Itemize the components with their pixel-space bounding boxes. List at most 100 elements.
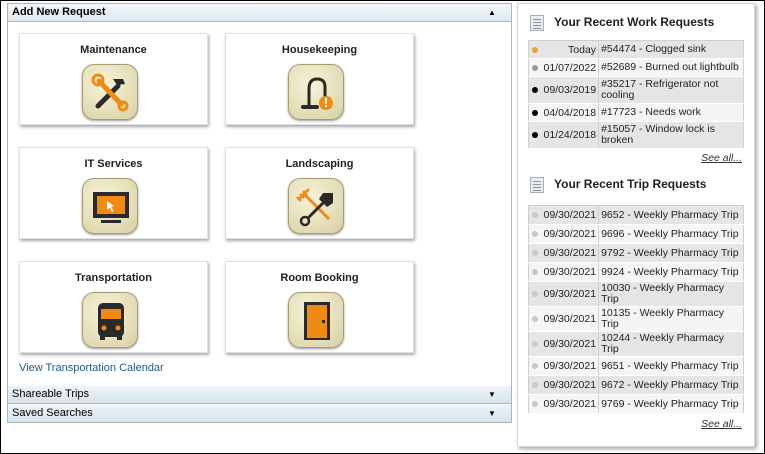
tile-label: Room Booking xyxy=(280,272,359,284)
request-description[interactable]: 9651 - Weekly Pharmacy Trip xyxy=(598,356,744,376)
request-row[interactable]: 09/30/2021 9651 - Weekly Pharmacy Trip xyxy=(528,356,744,376)
work-requests-see-all-link[interactable]: See all... xyxy=(701,152,742,164)
request-description[interactable]: 9652 - Weekly Pharmacy Trip xyxy=(598,205,744,225)
tile-landscaping[interactable]: Landscaping xyxy=(225,147,414,239)
request-date: 04/04/2018 xyxy=(541,103,600,122)
tile-housekeeping[interactable]: Housekeeping xyxy=(225,33,414,125)
request-row[interactable]: 09/03/2019 #35217 - Refrigerator not cool… xyxy=(528,76,744,104)
status-dot-icon xyxy=(532,212,539,218)
status-dot-icon xyxy=(532,250,539,256)
status-dot-cell xyxy=(528,224,542,244)
status-dot-icon xyxy=(532,87,539,93)
status-dot-cell xyxy=(528,205,542,225)
status-dot-icon xyxy=(532,363,539,369)
status-dot-cell xyxy=(528,281,542,307)
request-description[interactable]: 10030 - Weekly Pharmacy Trip xyxy=(598,281,744,307)
tile-label: Maintenance xyxy=(80,44,147,56)
add-new-request-header[interactable]: Add New Request ▲ xyxy=(8,4,511,22)
document-icon xyxy=(530,176,544,193)
request-description[interactable]: 9696 - Weekly Pharmacy Trip xyxy=(598,224,744,244)
work-requests-table: Today #54474 - Clogged sink 01/07/2022 #526… xyxy=(528,40,744,149)
tile-room-booking[interactable]: Room Booking xyxy=(225,261,414,353)
request-row[interactable]: 09/30/2021 10030 - Weekly Pharmacy Trip xyxy=(528,281,744,307)
request-date: 09/30/2021 xyxy=(541,306,600,332)
request-date: Today xyxy=(541,40,600,59)
status-dot-cell xyxy=(528,58,542,77)
view-transportation-calendar-link[interactable]: View Transportation Calendar xyxy=(19,362,164,374)
tile-maintenance[interactable]: Maintenance xyxy=(19,33,208,125)
request-date: 09/30/2021 xyxy=(541,243,600,263)
request-row[interactable]: 09/30/2021 9652 - Weekly Pharmacy Trip xyxy=(528,205,744,225)
status-dot-icon xyxy=(532,269,539,275)
request-date: 09/30/2021 xyxy=(541,394,600,414)
trip-requests-table: 09/30/2021 9652 - Weekly Pharmacy Trip 09/… xyxy=(528,205,744,414)
expand-arrow-icon[interactable]: ▼ xyxy=(485,386,499,403)
request-description[interactable]: #52689 - Burned out lightbulb xyxy=(598,58,744,77)
vacuum-icon xyxy=(288,64,344,120)
request-date: 09/03/2019 xyxy=(541,76,600,104)
request-date: 01/07/2022 xyxy=(541,58,600,77)
request-row[interactable]: 09/30/2021 9924 - Weekly Pharmacy Trip xyxy=(528,262,744,282)
request-row[interactable]: 09/30/2021 10244 - Weekly Pharmacy Trip xyxy=(528,331,744,357)
recent-requests-panel: Your Recent Work Requests Today #54474 - … xyxy=(517,3,755,447)
status-dot-cell xyxy=(528,243,542,263)
request-description[interactable]: 9769 - Weekly Pharmacy Trip xyxy=(598,394,744,414)
trip-requests-see-all-link[interactable]: See all... xyxy=(701,418,742,430)
status-dot-cell xyxy=(528,262,542,282)
request-description[interactable]: 9672 - Weekly Pharmacy Trip xyxy=(598,375,744,395)
tile-it-services[interactable]: IT Services xyxy=(19,147,208,239)
request-row[interactable]: 04/04/2018 #17723 - Needs work xyxy=(528,103,744,122)
collapse-arrow-icon[interactable]: ▲ xyxy=(485,4,499,21)
status-dot-cell xyxy=(528,103,542,122)
request-description[interactable]: 9792 - Weekly Pharmacy Trip xyxy=(598,243,744,263)
request-description[interactable]: 9924 - Weekly Pharmacy Trip xyxy=(598,262,744,282)
status-dot-icon xyxy=(532,109,539,116)
saved-searches-header[interactable]: Saved Searches ▼ xyxy=(8,405,511,423)
saved-searches-title: Saved Searches xyxy=(12,407,93,419)
request-row[interactable]: 09/30/2021 9792 - Weekly Pharmacy Trip xyxy=(528,243,744,263)
document-icon xyxy=(530,14,544,31)
request-accordion: Add New Request ▲ Maintenance Housekeepi… xyxy=(7,3,512,423)
shareable-trips-header[interactable]: Shareable Trips ▼ xyxy=(8,386,511,404)
tile-label: Transportation xyxy=(74,272,152,284)
request-description[interactable]: #54474 - Clogged sink xyxy=(598,40,744,59)
request-description[interactable]: #17723 - Needs work xyxy=(598,103,744,122)
status-dot-icon xyxy=(532,401,539,407)
trip-requests-heading: Your Recent Trip Requests xyxy=(530,174,706,194)
request-row[interactable]: 09/30/2021 9696 - Weekly Pharmacy Trip xyxy=(528,224,744,244)
tile-label: Housekeeping xyxy=(281,44,358,56)
tile-label: Landscaping xyxy=(285,158,354,170)
status-dot-icon xyxy=(532,46,539,53)
status-dot-cell xyxy=(528,394,542,414)
request-row[interactable]: 01/24/2018 #15057 - Window lock is broken xyxy=(528,121,744,149)
tile-transportation[interactable]: Transportation xyxy=(19,261,208,353)
request-row[interactable]: 09/30/2021 9672 - Weekly Pharmacy Trip xyxy=(528,375,744,395)
status-dot-cell xyxy=(528,121,542,149)
trip-requests-title: Your Recent Trip Requests xyxy=(554,177,707,191)
work-requests-title: Your Recent Work Requests xyxy=(554,15,715,29)
status-dot-icon xyxy=(532,382,539,388)
request-row[interactable]: 01/07/2022 #52689 - Burned out lightbulb xyxy=(528,58,744,77)
status-dot-cell xyxy=(528,40,542,59)
request-date: 09/30/2021 xyxy=(541,331,600,357)
request-date: 09/30/2021 xyxy=(541,375,600,395)
tools-icon xyxy=(82,64,138,120)
request-description[interactable]: #15057 - Window lock is broken xyxy=(598,121,744,149)
request-date: 09/30/2021 xyxy=(541,205,600,225)
request-date: 09/30/2021 xyxy=(541,356,600,376)
request-description[interactable]: #35217 - Refrigerator not cooling xyxy=(598,76,744,104)
status-dot-cell xyxy=(528,375,542,395)
request-description[interactable]: 10135 - Weekly Pharmacy Trip xyxy=(598,306,744,332)
status-dot-icon xyxy=(532,316,539,322)
request-row[interactable]: Today #54474 - Clogged sink xyxy=(528,40,744,59)
request-tiles-panel: Maintenance Housekeeping IT Services Lan… xyxy=(8,22,511,386)
request-row[interactable]: 09/30/2021 10135 - Weekly Pharmacy Trip xyxy=(528,306,744,332)
request-row[interactable]: 09/30/2021 9769 - Weekly Pharmacy Trip xyxy=(528,394,744,414)
status-dot-cell xyxy=(528,306,542,332)
request-description[interactable]: 10244 - Weekly Pharmacy Trip xyxy=(598,331,744,357)
expand-arrow-icon[interactable]: ▼ xyxy=(485,405,499,422)
request-date: 09/30/2021 xyxy=(541,262,600,282)
status-dot-icon xyxy=(532,132,539,138)
request-date: 09/30/2021 xyxy=(541,224,600,244)
monitor-icon xyxy=(82,178,138,234)
